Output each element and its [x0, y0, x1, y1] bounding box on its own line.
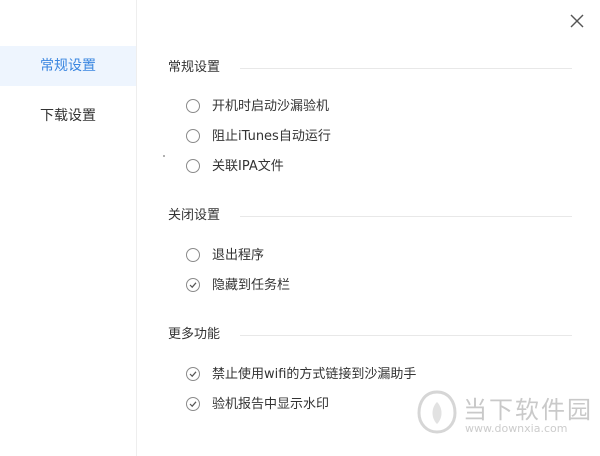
section-divider: [240, 335, 572, 336]
option-label: 关联IPA文件: [212, 159, 284, 174]
radio-unchecked-icon[interactable]: [186, 159, 200, 173]
radio-unchecked-icon[interactable]: [186, 99, 200, 113]
radio-checked-icon[interactable]: [186, 278, 200, 292]
section-header-general: 常规设置: [168, 58, 572, 78]
radio-checked-icon[interactable]: [186, 367, 200, 381]
section-header-close: 关闭设置: [168, 206, 572, 226]
option-label: 隐藏到任务栏: [212, 278, 291, 293]
option-label: 退出程序: [212, 248, 265, 263]
sidebar-item-download-settings[interactable]: 下载设置: [0, 96, 136, 136]
radio-checked-icon[interactable]: [186, 397, 200, 411]
close-button[interactable]: [566, 10, 588, 32]
section-title: 更多功能: [168, 327, 221, 342]
radio-unchecked-icon[interactable]: [186, 248, 200, 262]
close-icon: [570, 14, 584, 28]
sidebar-item-general-settings[interactable]: 常规设置: [0, 46, 136, 86]
stray-dot: [163, 155, 165, 157]
option-label: 开机时启动沙漏验机: [212, 99, 330, 114]
section-header-more-features: 更多功能: [168, 325, 572, 345]
section-divider: [240, 216, 572, 217]
radio-unchecked-icon[interactable]: [186, 129, 200, 143]
site-watermark: 当下软件园 www.downxia.com: [415, 388, 595, 448]
section-title: 关闭设置: [168, 208, 221, 223]
option-label: 验机报告中显示水印: [212, 397, 330, 412]
watermark-logo-icon: [417, 390, 457, 434]
option-label: 禁止使用wifi的方式链接到沙漏助手: [212, 367, 417, 382]
watermark-title: 当下软件园: [463, 396, 593, 424]
option-label: 阻止iTunes自动运行: [212, 129, 331, 144]
settings-sidebar: 常规设置 下载设置: [0, 0, 137, 456]
section-divider: [240, 68, 572, 69]
watermark-url: www.downxia.com: [465, 422, 568, 435]
section-title: 常规设置: [168, 60, 221, 75]
